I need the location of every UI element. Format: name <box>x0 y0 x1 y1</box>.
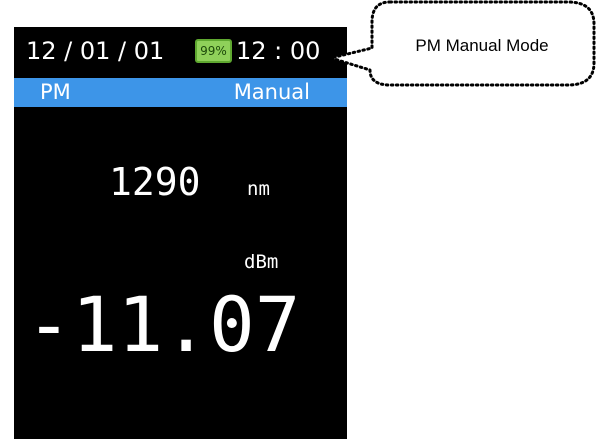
status-bar: 12 / 01 / 01 99% 12 : 00 <box>14 27 347 78</box>
function-label: PM <box>40 80 71 104</box>
mode-bar: PM Manual <box>14 78 347 107</box>
power-unit: dBm <box>244 251 279 273</box>
power-reading: -11.07 <box>26 280 301 369</box>
mode-label: Manual <box>233 80 310 104</box>
status-time: 12 : 00 <box>236 37 321 65</box>
device-screen: 12 / 01 / 01 99% 12 : 00 PM Manual 1290 … <box>14 27 347 439</box>
battery-icon: 99% <box>195 39 232 63</box>
wavelength-unit: nm <box>247 178 270 200</box>
status-date: 12 / 01 / 01 <box>26 37 165 65</box>
callout-label: PM Manual Mode <box>415 36 549 55</box>
wavelength-value: 1290 <box>109 160 201 204</box>
